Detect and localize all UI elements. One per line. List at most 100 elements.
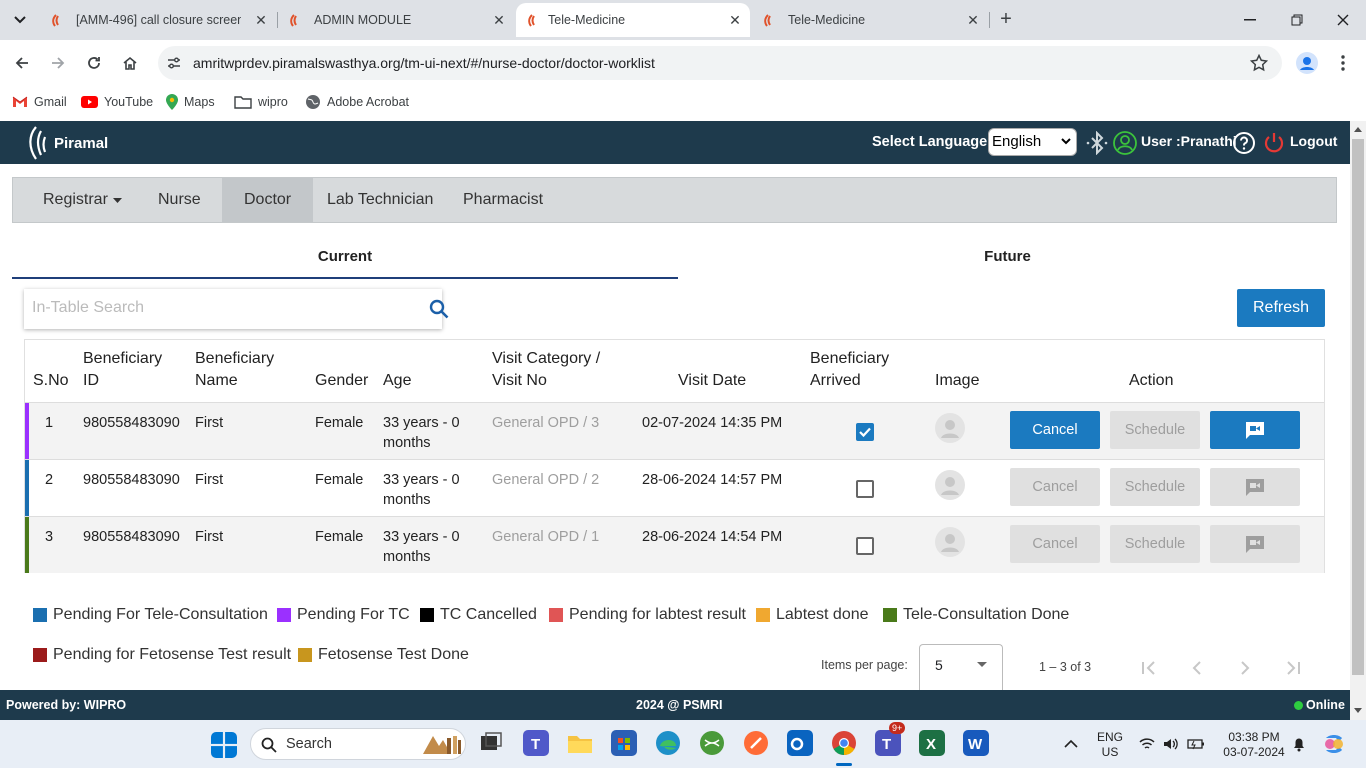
nav-nurse[interactable]: Nurse — [147, 178, 212, 222]
table-search-input[interactable] — [32, 299, 392, 317]
page-scrollbar[interactable] — [1350, 121, 1366, 720]
start-consultation-button[interactable] — [1210, 468, 1300, 506]
copilot-icon[interactable] — [1322, 732, 1346, 756]
folder-icon — [234, 96, 252, 109]
cancel-button[interactable]: Cancel — [1010, 525, 1100, 563]
help-icon[interactable] — [1232, 131, 1256, 155]
schedule-button[interactable]: Schedule — [1110, 468, 1200, 506]
browser-tab-telemedicine-active[interactable]: Tele-Medicine ✕ — [516, 3, 750, 37]
bookmark-wipro[interactable]: wipro — [234, 92, 288, 112]
minimize-button[interactable] — [1238, 8, 1262, 32]
clock[interactable]: 03:38 PM 03-07-2024 — [1222, 730, 1286, 760]
browser-tab-admin[interactable]: ADMIN MODULE ✕ — [278, 3, 514, 37]
prev-page-icon[interactable] — [1188, 660, 1206, 676]
nav-label: Pharmacist — [463, 191, 544, 208]
start-consultation-button[interactable] — [1210, 411, 1300, 449]
tab-current[interactable]: Current — [12, 238, 678, 278]
arrived-checkbox[interactable] — [856, 537, 874, 555]
tab-search-button[interactable] — [6, 6, 34, 34]
piramal-flame-icon — [29, 126, 47, 160]
taskbar-search[interactable]: Search — [250, 728, 466, 760]
file-explorer-icon[interactable] — [567, 730, 593, 756]
home-button[interactable] — [117, 50, 143, 76]
scroll-down-icon[interactable] — [1354, 708, 1362, 714]
teams-icon[interactable]: T — [523, 730, 549, 756]
close-icon[interactable]: ✕ — [728, 13, 742, 27]
green-app-icon[interactable] — [699, 730, 725, 756]
close-icon[interactable]: ✕ — [966, 13, 980, 27]
bluetooth-icon[interactable] — [1085, 131, 1109, 155]
nav-label: Doctor — [244, 191, 292, 208]
windows-start-icon[interactable] — [211, 732, 237, 758]
user-name: User :Pranathi — [1141, 133, 1237, 149]
nav-label: Nurse — [158, 191, 201, 208]
input-language[interactable]: ENG US — [1093, 730, 1127, 760]
browser-tab-jira[interactable]: [AMM-496] call closure screen i ✕ — [40, 3, 276, 37]
browser-tab-telemedicine[interactable]: Tele-Medicine ✕ — [752, 3, 988, 37]
page-size-select[interactable]: 5 — [919, 644, 1003, 690]
nav-pharmacist[interactable]: Pharmacist — [453, 178, 553, 222]
back-button[interactable] — [9, 50, 35, 76]
tab-title: Tele-Medicine — [548, 13, 626, 27]
battery-icon[interactable] — [1187, 737, 1205, 751]
bookmark-youtube[interactable]: YouTube — [81, 92, 153, 112]
restore-button[interactable] — [1285, 8, 1309, 32]
word-icon[interactable]: W — [963, 730, 989, 756]
search-icon[interactable] — [429, 299, 449, 319]
notification-badge: 9+ — [889, 722, 906, 734]
scroll-up-icon[interactable] — [1354, 126, 1362, 132]
nav-doctor[interactable]: Doctor — [222, 178, 314, 222]
arrived-checkbox[interactable] — [856, 480, 874, 498]
cancel-button[interactable]: Cancel — [1010, 411, 1100, 449]
edge-icon[interactable] — [655, 730, 681, 756]
power-icon[interactable] — [1262, 131, 1286, 155]
chrome-icon[interactable] — [831, 730, 857, 756]
next-page-icon[interactable] — [1236, 660, 1254, 676]
language-select[interactable]: English — [988, 128, 1077, 156]
reload-button[interactable] — [81, 50, 107, 76]
bookmark-maps[interactable]: Maps — [166, 92, 215, 112]
start-consultation-button[interactable] — [1210, 525, 1300, 563]
postman-icon[interactable] — [743, 730, 769, 756]
arrived-checkbox[interactable] — [856, 423, 874, 441]
forward-button[interactable] — [45, 50, 71, 76]
chrome-menu-button[interactable] — [1330, 50, 1356, 76]
close-icon[interactable]: ✕ — [254, 13, 268, 27]
schedule-button[interactable]: Schedule — [1110, 411, 1200, 449]
teams-new-icon[interactable]: T 9+ — [875, 722, 906, 756]
bookmark-adobe-acrobat[interactable]: Adobe Acrobat — [305, 92, 409, 112]
last-page-icon[interactable] — [1284, 660, 1302, 676]
schedule-button[interactable]: Schedule — [1110, 525, 1200, 563]
close-icon[interactable]: ✕ — [492, 13, 506, 27]
wifi-icon[interactable] — [1139, 737, 1155, 751]
piramal-favicon-icon — [290, 14, 297, 27]
nav-registrar[interactable]: Registrar — [31, 178, 134, 222]
speaker-icon[interactable] — [1163, 737, 1179, 751]
legend-swatch — [277, 608, 291, 622]
taskbar-search-label: Search — [286, 736, 332, 752]
task-view-icon[interactable] — [478, 730, 504, 756]
chevron-up-icon[interactable] — [1064, 739, 1078, 748]
scrollbar-thumb[interactable] — [1352, 139, 1364, 675]
first-page-icon[interactable] — [1140, 660, 1158, 676]
notification-bell-icon[interactable] — [1292, 736, 1306, 752]
legend-swatch — [756, 608, 770, 622]
refresh-button[interactable]: Refresh — [1237, 289, 1325, 327]
logout-link[interactable]: Logout — [1290, 133, 1337, 149]
profile-button[interactable] — [1294, 50, 1320, 76]
more-vert-icon — [1341, 55, 1345, 71]
cancel-button[interactable]: Cancel — [1010, 468, 1100, 506]
cell-age: 33 years - 0 months — [383, 472, 460, 508]
address-bar[interactable]: amritwprdev.piramalswasthya.org/tm-ui-ne… — [158, 46, 1282, 80]
new-tab-button[interactable]: + — [994, 8, 1018, 32]
bookmark-gmail[interactable]: Gmail — [12, 92, 67, 112]
close-window-button[interactable] — [1331, 8, 1355, 32]
bookmark-star-icon[interactable] — [1250, 54, 1268, 72]
outlook-icon[interactable] — [787, 730, 813, 756]
nav-lab-technician[interactable]: Lab Technician — [316, 178, 444, 222]
excel-icon[interactable]: X — [919, 730, 945, 756]
site-settings-icon[interactable] — [166, 55, 182, 71]
tab-future[interactable]: Future — [678, 238, 1337, 278]
microsoft-store-icon[interactable] — [611, 730, 637, 756]
col-ben-name: Beneficiary Name — [195, 350, 275, 389]
